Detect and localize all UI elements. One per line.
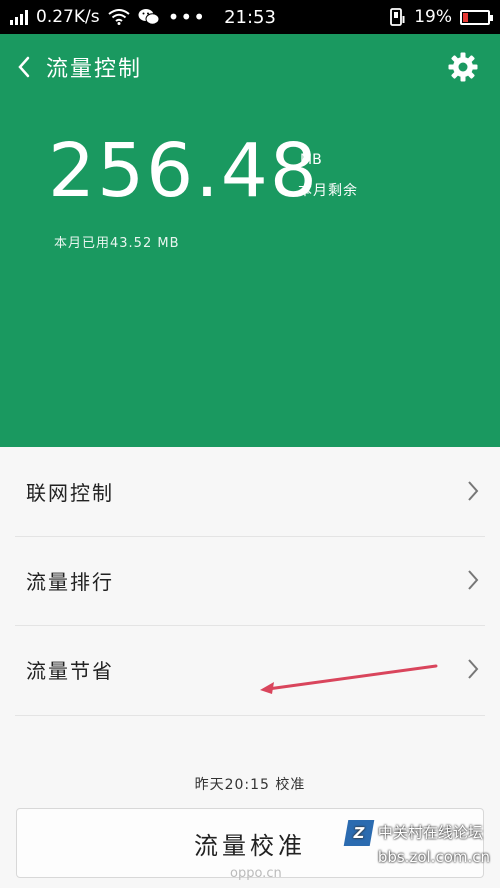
header-panel: 流量控制 256.48 MB 本月剩余 本月已用43.52 MB xyxy=(0,34,500,447)
watermark-line1: 中关村在线论坛 xyxy=(377,823,483,842)
remaining-value: 256.48 xyxy=(48,128,319,214)
chevron-right-icon xyxy=(468,570,479,590)
menu-item-traffic-ranking[interactable]: 流量排行 xyxy=(0,536,500,625)
calibration-time: 昨天20:15 校准 xyxy=(194,777,306,793)
menu-item-label: 联网控制 xyxy=(26,481,114,505)
battery-level xyxy=(463,12,468,22)
signal-icon xyxy=(10,9,28,25)
watermark: Z 中关村在线论坛 bbs.zol.com.cn xyxy=(343,820,490,868)
back-icon[interactable] xyxy=(2,34,46,100)
watermark-oppo: oppo.cn xyxy=(230,866,282,881)
zol-logo: Z xyxy=(343,820,375,846)
remaining-unit: MB xyxy=(300,152,322,168)
menu-item-network-control[interactable]: 联网控制 xyxy=(0,447,500,536)
network-speed: 0.27K/s xyxy=(36,7,100,27)
divider xyxy=(15,715,485,716)
wechat-icon xyxy=(138,9,160,25)
remaining-label: 本月剩余 xyxy=(298,183,358,199)
battery-percent: 19% xyxy=(414,7,452,27)
gear-icon[interactable] xyxy=(448,52,478,82)
battery-icon xyxy=(460,9,493,25)
wifi-icon xyxy=(107,9,130,25)
annotation-arrow-icon xyxy=(260,664,438,694)
status-bar: 0.27K/s ••• 21:53 19% xyxy=(0,0,500,34)
menu-item-label: 流量节省 xyxy=(26,659,114,683)
more-notifications-icon: ••• xyxy=(167,5,206,29)
menu-item-label: 流量排行 xyxy=(26,570,114,594)
app-bar: 流量控制 xyxy=(0,34,500,100)
used-this-month: 本月已用43.52 MB xyxy=(54,236,180,251)
sim-icon xyxy=(390,8,405,26)
chevron-right-icon xyxy=(468,659,479,679)
watermark-line2: bbs.zol.com.cn xyxy=(377,848,490,866)
page-title: 流量控制 xyxy=(46,57,143,82)
chevron-right-icon xyxy=(468,481,479,501)
